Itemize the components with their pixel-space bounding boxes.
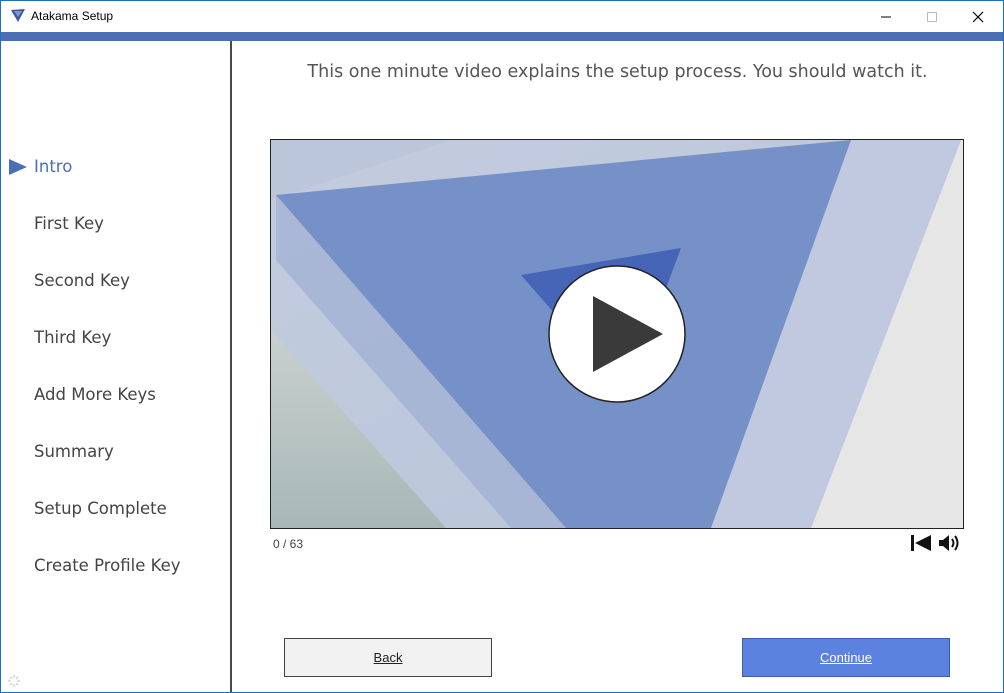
minimize-button[interactable] xyxy=(863,1,909,32)
volume-icon[interactable] xyxy=(938,533,962,553)
current-step-arrow-icon xyxy=(9,159,27,175)
setup-window: Atakama Setup Intro First Key Second Key… xyxy=(0,0,1004,693)
header-accent-bar xyxy=(1,32,1003,41)
back-button[interactable]: Back xyxy=(284,638,492,677)
atakama-logo-icon xyxy=(11,9,25,22)
step-add-more-keys: Add More Keys xyxy=(34,385,156,404)
play-icon[interactable] xyxy=(547,264,687,404)
close-icon xyxy=(972,11,984,22)
setup-steps-sidebar: Intro First Key Second Key Third Key Add… xyxy=(1,41,232,692)
step-third-key: Third Key xyxy=(34,328,112,347)
maximize-icon xyxy=(927,11,937,22)
step-second-key: Second Key xyxy=(34,271,130,290)
step-first-key: First Key xyxy=(34,214,104,233)
skip-to-start-icon[interactable] xyxy=(910,533,932,553)
intro-video-player[interactable] xyxy=(270,139,964,529)
title-bar: Atakama Setup xyxy=(1,1,1003,32)
close-button[interactable] xyxy=(955,1,1001,32)
step-setup-complete: Setup Complete xyxy=(34,499,167,518)
step-summary: Summary xyxy=(34,442,114,461)
step-intro: Intro xyxy=(34,157,73,176)
minimize-icon xyxy=(881,16,891,17)
window-title: Atakama Setup xyxy=(31,9,114,23)
intro-headline: This one minute video explains the setup… xyxy=(307,62,928,82)
video-time-display: 0 / 63 xyxy=(273,537,304,551)
step-create-profile-key: Create Profile Key xyxy=(34,556,181,575)
loading-spinner-icon xyxy=(8,675,20,687)
maximize-button[interactable] xyxy=(909,1,955,32)
main-content: This one minute video explains the setup… xyxy=(232,41,1003,692)
continue-button[interactable]: Continue xyxy=(742,638,950,677)
